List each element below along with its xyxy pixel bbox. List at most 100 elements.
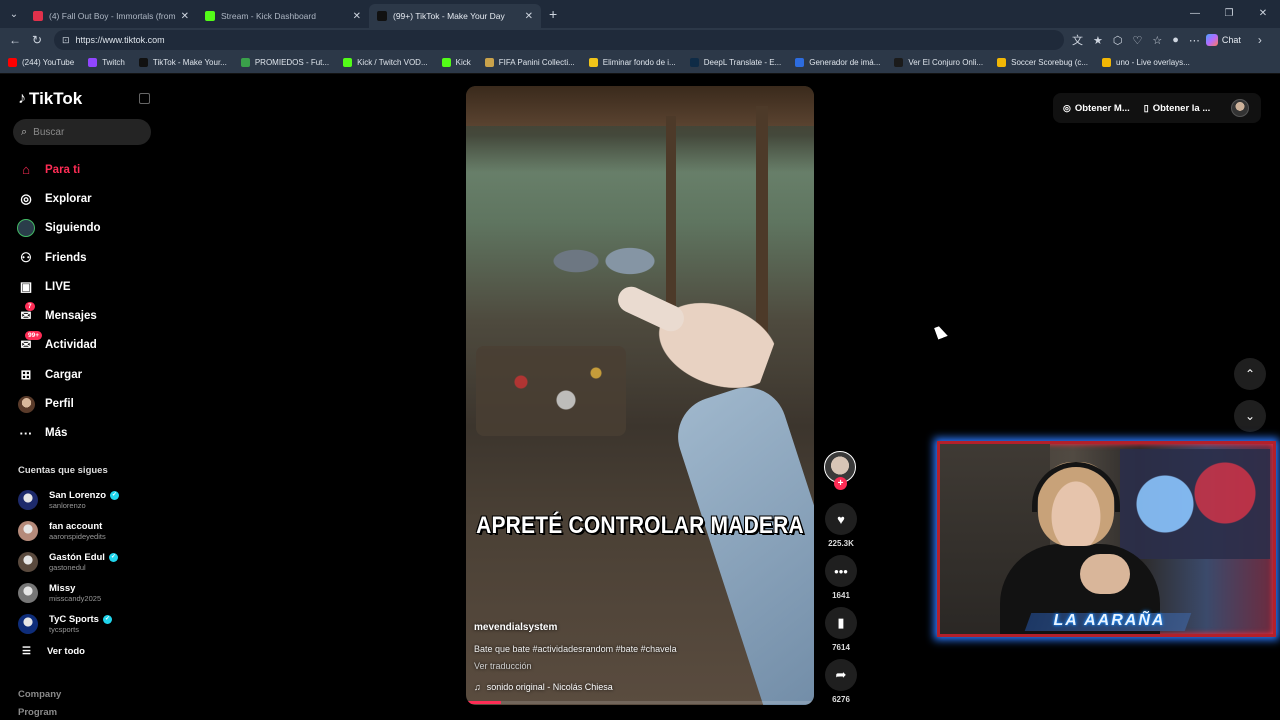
followed-account[interactable]: TyC Sports ✓ tycsports [18, 608, 158, 639]
sidebar-toggle-icon[interactable]: › [1249, 33, 1271, 47]
sidebar-item-label: Para ti [45, 163, 81, 176]
tab-close-icon[interactable]: ✕ [181, 11, 189, 22]
account-name-text: Gastón Edul [49, 551, 105, 563]
tab-close-icon[interactable]: ✕ [353, 11, 361, 22]
sidebar-item-mensajes[interactable]: ✉ 7 Mensajes [17, 301, 157, 330]
sidebar-item-label: Friends [45, 251, 87, 264]
sidebar-item-label: Mensajes [45, 310, 97, 323]
see-all-label: Ver todo [46, 646, 85, 657]
url-field[interactable]: ⊡ [54, 30, 1064, 50]
video-progress-bar[interactable] [466, 701, 814, 704]
footer-program-link[interactable]: Program [18, 707, 57, 718]
footer-company-link[interactable]: Company [18, 689, 61, 700]
tab-favicon-icon [33, 11, 43, 21]
followed-account[interactable]: San Lorenzo ✓ sanlorenzo [18, 485, 158, 516]
copilot-chat-button[interactable]: Chat [1205, 34, 1241, 46]
see-translation-link[interactable]: Ver traducción [474, 661, 532, 671]
url-input[interactable] [75, 35, 976, 45]
following-list: San Lorenzo ✓ sanlorenzo fan account aaronsp… [18, 485, 158, 639]
bookmark-favicon-icon [484, 58, 494, 67]
browser-tab[interactable]: (4) Fall Out Boy - Immortals (from ✕ [25, 4, 197, 28]
share-button[interactable]: ➦ 6276 [823, 659, 859, 704]
tiktok-logo[interactable]: ♪ TikTok [18, 89, 82, 109]
reload-icon[interactable]: ↻ [26, 33, 48, 47]
followed-account[interactable]: fan account aaronspideyedits [18, 516, 158, 547]
bookmark-item[interactable]: Twitch [88, 58, 125, 67]
followed-account[interactable]: Missy misscandy2025 [18, 577, 158, 608]
get-app-button[interactable]: ▯ Obtener la ... [1144, 103, 1211, 114]
sidebar-item-live[interactable]: ▣ LIVE [17, 272, 157, 301]
bookmark-label: Soccer Scorebug (c... [1011, 58, 1089, 67]
comment-button[interactable]: ••• 1641 [823, 555, 859, 600]
bookmark-item[interactable]: TikTok - Make Your... [138, 58, 227, 67]
bookmark-item[interactable]: Soccer Scorebug (c... [997, 58, 1088, 67]
previous-video-button[interactable]: ⌃ [1234, 358, 1266, 390]
tiktok-note-icon: ♪ [18, 90, 26, 107]
bookmark-item[interactable]: PROMIEDOS - Fut... [240, 58, 329, 67]
friends-icon: ⚇ [20, 249, 32, 265]
bookmark-item[interactable]: Ver El Conjuro Onli... [894, 58, 983, 67]
tab-actions-menu-icon[interactable]: ⌄ [3, 4, 25, 24]
bookmark-item[interactable]: FIFA Panini Collecti... [484, 58, 575, 67]
bookmark-favicon-icon [240, 58, 250, 67]
sidebar-item-actividad[interactable]: ✉ 99+ Actividad [17, 331, 157, 360]
sidebar-item-label: LIVE [45, 280, 71, 293]
bookmark-item[interactable]: (244) YouTube [8, 58, 74, 67]
bookmark-item[interactable]: Eliminar fondo de i... [588, 58, 676, 67]
follow-plus-icon[interactable]: + [834, 477, 847, 490]
bookmark-item[interactable]: uno - Live overlays... [1102, 58, 1190, 67]
bookmark-favicon-icon [8, 58, 17, 67]
search-box[interactable]: ⌕ [13, 119, 151, 145]
tab-close-icon[interactable]: ✕ [525, 11, 533, 22]
sidebar-item-perfil[interactable]: Perfil [17, 389, 157, 418]
sidebar-item-explorar[interactable]: ◎ Explorar [17, 184, 157, 213]
back-icon[interactable]: ← [4, 33, 26, 47]
bookmark-item[interactable]: DeepL Translate - E... [689, 58, 781, 67]
sidebar-item-más[interactable]: ··· Más [17, 419, 157, 448]
extensions-icon[interactable]: ⬡ [1113, 34, 1123, 47]
sidebar-item-cargar[interactable]: ⊞ Cargar [17, 360, 157, 389]
video-sound[interactable]: ♫ sonido original - Nicolás Chiesa [474, 682, 613, 692]
save-count: 7614 [832, 643, 850, 652]
get-coins-button[interactable]: ◎ Obtener M... [1063, 103, 1130, 114]
browser-essentials-icon[interactable]: ♡ [1132, 34, 1142, 47]
collapse-sidebar-icon[interactable] [139, 93, 150, 104]
restore-icon[interactable]: ❐ [1212, 0, 1246, 28]
account-avatar [18, 521, 38, 542]
following-avatar-icon [17, 219, 35, 238]
favorite-star-icon[interactable]: ★ [1093, 34, 1103, 47]
account-name: Gastón Edul ✓ [49, 552, 118, 563]
save-button[interactable]: ▮ 7614 [823, 607, 859, 652]
video-author[interactable]: mevendialsystem [474, 622, 557, 633]
account-avatar [18, 613, 38, 634]
like-button[interactable]: ♥ 225.3K [823, 503, 859, 548]
bookmark-item[interactable]: Generador de imá... [795, 58, 880, 67]
sidebar-item-friends[interactable]: ⚇ Friends [17, 243, 157, 272]
followed-account[interactable]: Gastón Edul ✓ gastonedul [18, 547, 158, 578]
bookmark-label: Generador de imá... [809, 58, 881, 67]
video-description: Bate que bate #actividadesrandom #bate #… [474, 644, 677, 654]
video-player[interactable]: APRETÉ CONTROLAR MADERA mevendialsystem … [466, 86, 814, 705]
browser-tab[interactable]: Stream - Kick Dashboard ✕ [197, 4, 369, 28]
favorites-icon[interactable]: ☆ [1152, 34, 1162, 47]
more-options-icon[interactable]: ⋯ [1189, 34, 1200, 47]
activity-icon: ✉ 99+ [17, 331, 43, 354]
profile-nav-avatar [17, 395, 35, 413]
close-window-icon[interactable]: ✕ [1246, 0, 1280, 28]
minimize-icon[interactable]: — [1178, 0, 1212, 28]
profile-avatar[interactable] [1231, 99, 1249, 117]
bookmark-label: uno - Live overlays... [1116, 58, 1190, 67]
browser-tab[interactable]: (99+) TikTok - Make Your Day ✕ [369, 4, 541, 28]
bookmark-item[interactable]: Kick [441, 58, 471, 67]
bookmark-favicon-icon [894, 58, 904, 67]
site-info-icon[interactable]: ⊡ [62, 35, 70, 46]
next-video-button[interactable]: ⌄ [1234, 400, 1266, 432]
sidebar-item-siguiendo[interactable]: Siguiendo [17, 214, 157, 243]
see-all-button[interactable]: ☰ Ver todo [22, 646, 85, 657]
profile-icon[interactable]: ● [1172, 34, 1179, 46]
new-tab-button[interactable]: + [549, 6, 557, 22]
bookmark-item[interactable]: Kick / Twitch VOD... [343, 58, 428, 67]
search-input[interactable] [33, 126, 134, 138]
translate-icon[interactable]: 文 [1072, 32, 1083, 48]
sidebar-item-para-ti[interactable]: ⌂ Para ti [17, 155, 157, 184]
